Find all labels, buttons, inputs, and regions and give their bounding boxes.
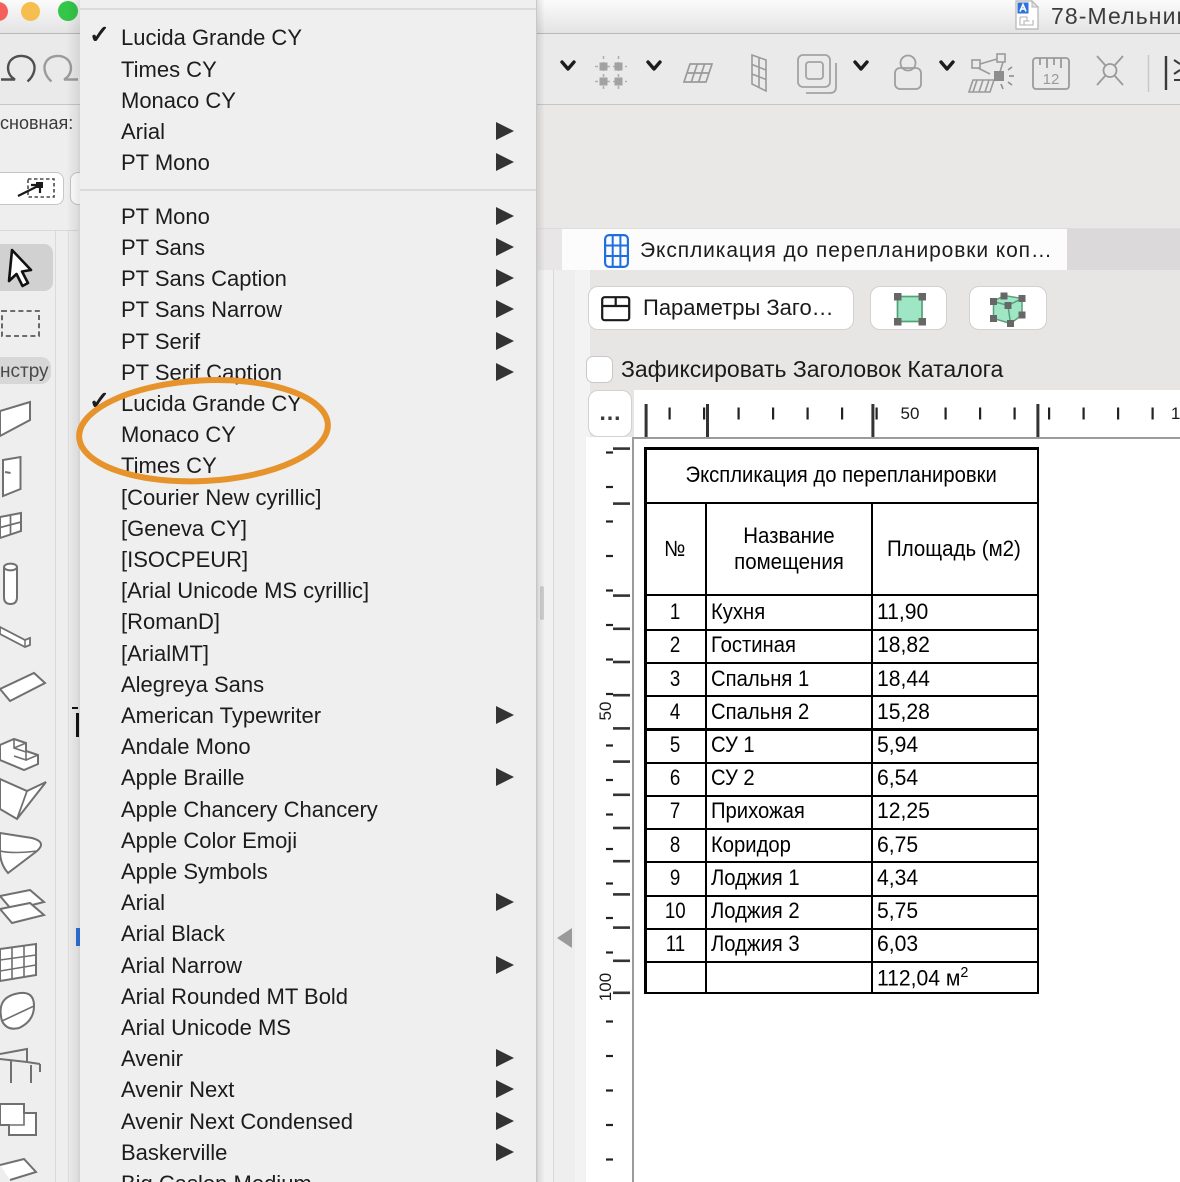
svg-text:50: 50 [901,404,920,423]
svg-text:100: 100 [1171,404,1180,423]
svg-text:12: 12 [1043,71,1060,88]
svg-text:нстру: нстру [0,361,49,382]
svg-text:100: 100 [596,973,615,1001]
svg-text:50: 50 [596,702,615,721]
